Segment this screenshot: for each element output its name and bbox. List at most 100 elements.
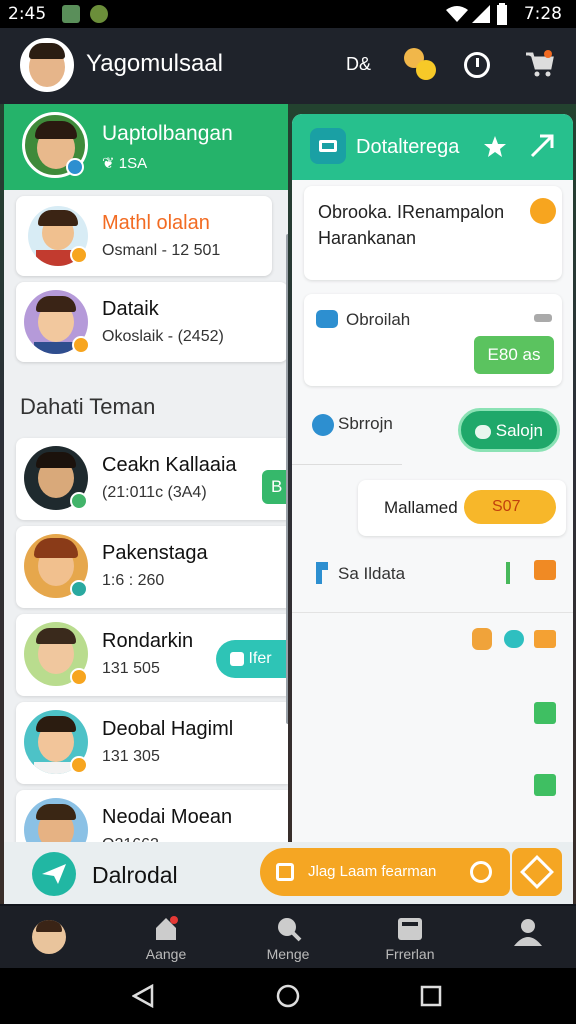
subscribe-button[interactable]: Salojn: [458, 408, 560, 452]
chat-icon: [316, 310, 338, 328]
battery-icon: [497, 3, 507, 25]
chat-label: Obroilah: [346, 310, 411, 329]
settings-icon[interactable]: [470, 861, 492, 883]
friend-row[interactable]: Ceakn Kallaaia (21:011c (3A4) B: [16, 438, 288, 520]
data-label: Sa Ildata: [338, 564, 406, 583]
send-icon[interactable]: [32, 852, 76, 896]
app-indicator: D&: [346, 54, 372, 74]
card-sub: Osmanl - 12 501: [102, 242, 221, 259]
card-name: Dataik: [102, 298, 159, 320]
check-icon: [312, 414, 334, 436]
app-bar: Yagomulsaal D&: [0, 28, 576, 104]
reply-chip[interactable]: S07: [464, 490, 556, 524]
system-nav-bar: [0, 968, 576, 1024]
overlay-label: Dalrodal: [92, 862, 178, 888]
wifi-icon: [446, 6, 468, 22]
divider: [292, 612, 573, 613]
friend-row[interactable]: Rondarkin 131 505 Ifer: [16, 614, 288, 696]
briefcase-icon: [310, 128, 346, 164]
subscription-label: Sbrrojn: [338, 414, 393, 433]
friend-name: Pakenstaga: [102, 542, 208, 564]
chat-card[interactable]: Obroilah E80 as: [304, 294, 562, 386]
bottom-nav: Aange Menge Frrerlan: [0, 906, 576, 968]
nav-profile[interactable]: [0, 906, 110, 968]
list-icon: [276, 863, 294, 881]
profile-card[interactable]: Dataik Okoslaik - (2452): [16, 282, 288, 362]
friend-name: Deobal Hagiml: [102, 718, 234, 740]
message-line-1: Obrooka. IRenampalon: [318, 202, 505, 222]
nav-account[interactable]: [468, 906, 576, 968]
home-button-icon[interactable]: [276, 984, 300, 1008]
friend-action-button[interactable]: B: [262, 470, 288, 504]
friend-name: Rondarkin: [102, 630, 194, 652]
wallet-icon: [398, 918, 422, 940]
status-time: 2:45: [8, 4, 47, 24]
card-badge: [70, 246, 88, 264]
right-panel-title: Dotalterega: [356, 136, 460, 158]
right-panel-header: Dotalterega: [292, 114, 573, 180]
profile-avatar[interactable]: [20, 38, 74, 92]
person-icon: [514, 919, 542, 946]
badge-button[interactable]: [512, 848, 562, 896]
recents-icon[interactable]: [420, 985, 442, 1007]
folder-icon[interactable]: [534, 630, 556, 648]
nav-home[interactable]: Aange: [106, 906, 226, 968]
right-panel: Dotalterega Obrooka. IRenampalon Haranka…: [292, 114, 573, 904]
scrollbar[interactable]: [286, 234, 288, 724]
nav-avatar: [32, 920, 66, 954]
friends-section-title: Dahati Teman: [20, 394, 156, 419]
left-panel-header[interactable]: Uaptolbangan ❦ 1SA: [4, 104, 288, 190]
highlight-card[interactable]: Mathl olalan Osmanl - 12 501: [16, 196, 272, 276]
status-clock: 7:28: [523, 4, 562, 24]
back-icon[interactable]: [132, 984, 154, 1008]
friend-badge: [70, 756, 88, 774]
edit-icon[interactable]: [534, 702, 556, 724]
divider: [292, 464, 402, 465]
expand-arrow-icon[interactable]: [528, 132, 556, 160]
home-icon: [156, 916, 178, 940]
share-icon[interactable]: [534, 774, 556, 796]
friend-badge: [70, 492, 88, 510]
nav-label: Aange: [145, 946, 187, 962]
bottom-overlay: Dalrodal Jlag Laam fearman: [4, 842, 573, 904]
card-name: Mathl olalan: [102, 212, 210, 234]
message-bubble-icon[interactable]: [504, 630, 524, 648]
friend-name: Neodai Moean: [102, 806, 233, 828]
friend-action-button[interactable]: Ifer: [216, 640, 288, 678]
plant-icon[interactable]: [506, 562, 526, 584]
coins-icon[interactable]: [404, 48, 436, 80]
search-bar[interactable]: Jlag Laam fearman: [260, 848, 510, 896]
gallery-icon: [62, 5, 80, 23]
message-line-2: Harankanan: [318, 228, 417, 248]
phone-screen: 2:45 7:28 Yagomulsaal D& Uaptolbangan ❦ …: [0, 0, 576, 1024]
tag-icon[interactable]: [534, 560, 556, 580]
friend-name: Ceakn Kallaaia: [102, 454, 237, 476]
nav-wallet[interactable]: Frrerlan: [350, 906, 470, 968]
search-icon: [278, 918, 302, 942]
message-card[interactable]: Obrooka. IRenampalon Harankanan: [304, 186, 562, 280]
nav-label: Menge: [266, 946, 310, 962]
header-name: Uaptolbangan: [102, 122, 233, 145]
timer-icon[interactable]: [464, 52, 490, 78]
emoji-icon[interactable]: [472, 628, 492, 650]
more-icon[interactable]: [534, 314, 552, 322]
chat-amount-button[interactable]: E80 as: [474, 336, 554, 374]
friend-row[interactable]: Deobal Hagiml 131 305: [16, 702, 288, 784]
friend-badge: [70, 580, 88, 598]
badge-icon: [520, 855, 554, 889]
signal-icon: [472, 5, 490, 23]
search-text: Jlag Laam fearman: [308, 863, 437, 880]
reply-label: Mallamed: [384, 498, 458, 517]
nav-search[interactable]: Menge: [228, 906, 348, 968]
friend-row[interactable]: Pakenstaga 1:6 : 260: [16, 526, 288, 608]
status-bar: 2:45 7:28: [0, 0, 576, 28]
card-sub: Okoslaik - (2452): [102, 328, 224, 345]
coin-badge-icon: [530, 198, 556, 224]
star-icon[interactable]: [482, 134, 508, 160]
app-title: Yagomulsaal: [86, 50, 223, 77]
cart-icon[interactable]: [524, 50, 554, 78]
bookmark-icon: [316, 562, 328, 584]
reply-card[interactable]: Mallamed S07: [358, 480, 566, 536]
friend-sub: 131 505: [102, 660, 160, 677]
chat-icon: [230, 651, 244, 666]
